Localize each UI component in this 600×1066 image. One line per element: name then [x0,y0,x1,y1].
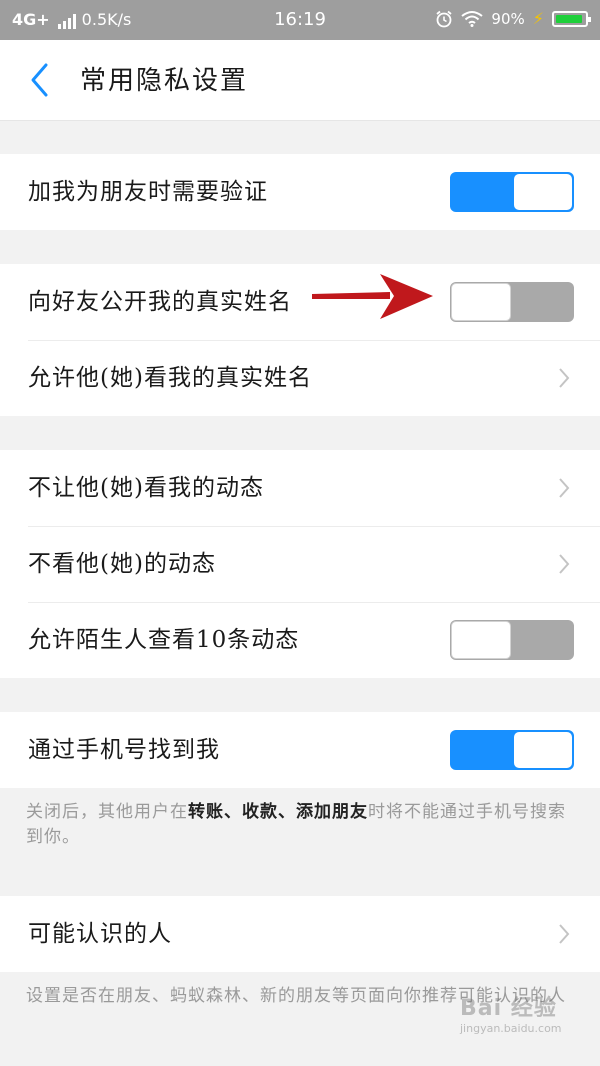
nav-header: 常用隐私设置 [0,40,600,121]
status-bar: 4G+ 0.5K/s 16:19 90% ⚡ [0,0,600,40]
note-highlight: 转账、收款、添加朋友 [188,802,368,822]
setting-people-you-may-know[interactable]: 可能认识的人 [0,896,600,972]
find-by-phone-toggle[interactable] [450,730,574,770]
setting-label: 加我为朋友时需要验证 [28,179,268,205]
stranger-view-toggle[interactable] [450,620,574,660]
setting-stranger-view: 允许陌生人查看10条动态 [0,602,600,678]
setting-allow-view-real-name[interactable]: 允许他(她)看我的真实姓名 [0,340,600,416]
chevron-right-icon [559,554,570,574]
setting-verify-friend: 加我为朋友时需要验证 [0,154,600,230]
watermark-sub: jingyan.baidu.com [460,1022,562,1035]
group-verify: 加我为朋友时需要验证 [0,154,600,230]
page-title: 常用隐私设置 [80,66,249,96]
charging-bolt-icon: ⚡ [532,9,544,28]
status-icons: 90% ⚡ [435,9,591,28]
setting-label: 向好友公开我的真实姓名 [28,289,292,315]
show-real-name-toggle[interactable] [450,282,574,322]
wifi-icon [461,11,484,27]
group-real-name: 向好友公开我的真实姓名 允许他(她)看我的真实姓名 [0,264,600,416]
setting-label: 通过手机号找到我 [28,737,220,763]
setting-show-real-name: 向好友公开我的真实姓名 [0,264,600,340]
setting-hide-their-moments[interactable]: 不看他(她)的动态 [0,526,600,602]
note-text: 关闭后，其他用户在 [26,802,188,822]
setting-label: 允许他(她)看我的真实姓名 [28,365,312,391]
chevron-right-icon [559,368,570,388]
chevron-right-icon [559,478,570,498]
battery-icon [552,10,591,27]
watermark-main: Bai 经验 [460,996,557,1021]
group-pymk: 可能认识的人 [0,896,600,972]
setting-label: 不让他(她)看我的动态 [28,475,264,501]
phone-note: 关闭后，其他用户在转账、收款、添加朋友时将不能通过手机号搜索到你。 [0,788,600,850]
baidu-watermark: Bai 经验 jingyan.baidu.com [460,990,600,1060]
setting-label: 不看他(她)的动态 [28,551,216,577]
setting-label: 允许陌生人查看10条动态 [28,627,300,653]
setting-hide-my-moments[interactable]: 不让他(她)看我的动态 [0,450,600,526]
battery-fill [556,14,583,23]
battery-percent: 90% [491,9,525,28]
alarm-icon [436,10,452,27]
back-chevron-icon[interactable] [28,62,50,98]
verify-friend-toggle[interactable] [450,172,574,212]
group-phone: 通过手机号找到我 [0,712,600,788]
chevron-right-icon [559,924,570,944]
setting-label: 可能认识的人 [28,921,172,947]
setting-find-by-phone: 通过手机号找到我 [0,712,600,788]
group-moments: 不让他(她)看我的动态 不看他(她)的动态 允许陌生人查看10条动态 [0,450,600,678]
